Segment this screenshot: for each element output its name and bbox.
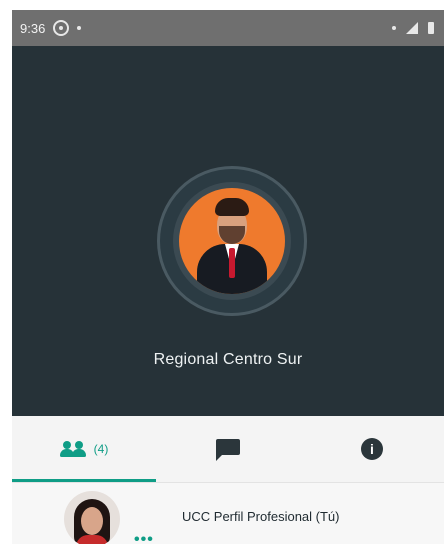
more-options-icon[interactable]: ••• bbox=[134, 531, 154, 544]
members-list: ••• UCC Perfil Profesional (Tú) bbox=[12, 483, 444, 544]
member-avatar bbox=[64, 491, 120, 544]
whatsapp-icon bbox=[53, 20, 70, 36]
app-frame: 9:36 Regional Centro Sur (4) i ••• UCC P… bbox=[12, 10, 444, 544]
tab-chat[interactable] bbox=[156, 416, 300, 482]
chat-icon bbox=[216, 439, 240, 461]
wifi-icon bbox=[392, 26, 396, 30]
members-count: (4) bbox=[93, 442, 109, 456]
people-icon bbox=[59, 441, 88, 457]
tab-bar: (4) i bbox=[12, 416, 444, 483]
tab-info[interactable]: i bbox=[300, 416, 444, 482]
group-header: Regional Centro Sur bbox=[12, 46, 444, 416]
status-bar: 9:36 bbox=[12, 10, 444, 46]
profile-avatar bbox=[179, 188, 285, 294]
group-name: Regional Centro Sur bbox=[153, 351, 303, 368]
list-item[interactable]: ••• UCC Perfil Profesional (Tú) bbox=[12, 483, 444, 544]
tab-members[interactable]: (4) bbox=[12, 416, 156, 482]
info-icon: i bbox=[361, 438, 383, 460]
member-name: UCC Perfil Profesional (Tú) bbox=[182, 509, 340, 524]
avatar-tie bbox=[229, 248, 235, 278]
clock: 9:36 bbox=[20, 20, 46, 36]
profile-avatar-frame bbox=[173, 182, 291, 300]
member-face bbox=[81, 507, 103, 535]
notification-dot-icon bbox=[77, 26, 82, 30]
profile-avatar-ring[interactable] bbox=[157, 166, 307, 316]
avatar-hair bbox=[215, 198, 249, 216]
signal-icon bbox=[406, 22, 418, 34]
battery-icon bbox=[428, 22, 434, 34]
